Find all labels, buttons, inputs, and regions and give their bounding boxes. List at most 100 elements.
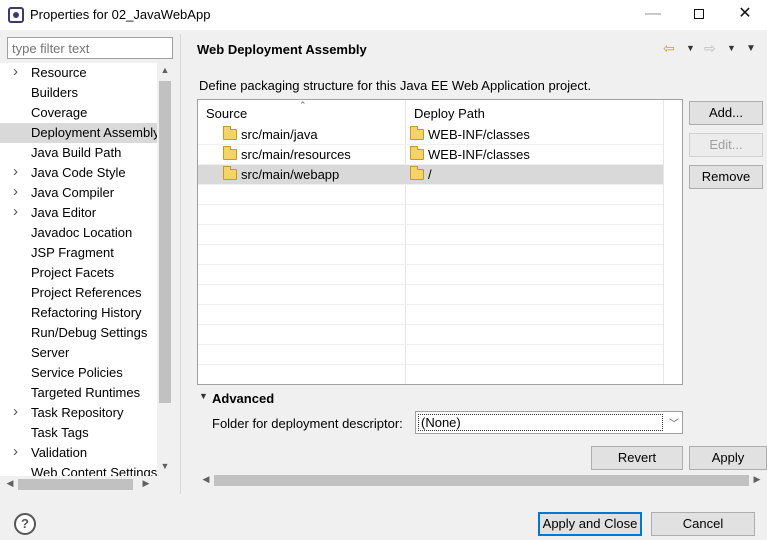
scroll-up-icon[interactable]: ▲ <box>157 65 173 75</box>
edit-button[interactable]: Edit... <box>689 133 763 157</box>
folder-icon <box>223 126 237 140</box>
tree-item[interactable]: › Java Editor <box>0 203 157 223</box>
column-header-deploy-path[interactable]: Deploy Path <box>406 100 663 124</box>
title-bar: Properties for 02_JavaWebApp — ✕ <box>0 0 767 30</box>
expand-arrow-icon[interactable]: › <box>13 163 23 180</box>
deploy-path-cell: WEB-INF/classes <box>428 147 530 162</box>
tree-item[interactable]: Java Build Path <box>0 143 157 163</box>
tree-item[interactable]: Project Facets <box>0 263 157 283</box>
tree-item[interactable]: › Resource <box>0 63 157 83</box>
add-button[interactable]: Add... <box>689 101 763 125</box>
table-vertical-scrollbar[interactable] <box>663 100 682 384</box>
tree-item[interactable]: Project References <box>0 283 157 303</box>
advanced-section-label[interactable]: Advanced <box>212 391 274 406</box>
sort-ascending-icon: ⌃ <box>299 100 307 110</box>
folder-icon <box>410 126 424 140</box>
tree-item[interactable]: Javadoc Location <box>0 223 157 243</box>
table-row <box>198 305 663 325</box>
tree-item-label: Validation <box>31 445 88 460</box>
table-row <box>198 365 663 384</box>
tree-item[interactable]: › Java Compiler <box>0 183 157 203</box>
scroll-down-icon[interactable]: ▼ <box>157 461 173 471</box>
assembly-table: Source ⌃ Deploy Path src/main/java WEB-IN… <box>197 99 683 385</box>
chevron-down-icon[interactable]: ﹀ <box>669 415 679 430</box>
tree-item-label: Service Policies <box>31 365 123 380</box>
descriptor-folder-select[interactable]: (None) ﹀ <box>415 411 683 434</box>
folder-icon <box>410 166 424 180</box>
tree-item[interactable]: › Task Repository <box>0 403 157 423</box>
tree-item[interactable]: Run/Debug Settings <box>0 323 157 343</box>
tree-item[interactable]: Coverage <box>0 103 157 123</box>
tree-item[interactable]: Server <box>0 343 157 363</box>
scroll-right-icon[interactable]: ▶ <box>749 474 765 485</box>
filter-input[interactable] <box>7 37 173 59</box>
help-icon[interactable]: ? <box>14 513 36 535</box>
view-menu-icon[interactable]: ▼ <box>746 43 756 54</box>
tree-item[interactable]: › Java Code Style <box>0 163 157 183</box>
revert-button[interactable]: Revert <box>591 446 683 470</box>
tree-item-label: Refactoring History <box>31 305 142 320</box>
tree-vertical-scrollbar[interactable]: ▲ ▼ <box>157 63 173 476</box>
expand-arrow-icon[interactable]: › <box>13 403 23 420</box>
scroll-thumb[interactable] <box>159 81 171 403</box>
scroll-left-icon[interactable]: ◀ <box>2 478 18 489</box>
tree-item-label: Deployment Assembly <box>31 125 157 140</box>
expand-arrow-icon[interactable]: › <box>13 63 23 80</box>
tree-item[interactable]: Web Content Settings <box>0 463 157 476</box>
forward-dropdown-icon[interactable]: ▼ <box>727 43 736 53</box>
tree-item-label: Server <box>31 345 70 360</box>
tree-item[interactable]: JSP Fragment <box>0 243 157 263</box>
eclipse-app-icon <box>8 7 24 23</box>
source-cell: src/main/java <box>241 127 318 142</box>
tree-item-label: Task Tags <box>31 425 89 440</box>
table-row[interactable]: src/main/java WEB-INF/classes <box>198 125 663 145</box>
apply-and-close-button[interactable]: Apply and Close <box>538 512 642 536</box>
cancel-button[interactable]: Cancel <box>651 512 755 536</box>
minimize-button[interactable]: — <box>630 0 676 30</box>
tree-item-label: Web Content Settings <box>31 465 157 476</box>
table-row <box>198 325 663 345</box>
scroll-right-icon[interactable]: ▶ <box>138 478 154 489</box>
expand-arrow-icon[interactable]: › <box>13 443 23 460</box>
back-arrow-icon[interactable]: ⇦ <box>663 40 675 57</box>
folder-icon <box>223 146 237 160</box>
properties-tree: › Resource Builders Coverage Deployment Asse… <box>0 63 157 476</box>
descriptor-folder-value: (None) <box>418 414 663 431</box>
scroll-thumb[interactable] <box>18 479 133 490</box>
window-title: Properties for 02_JavaWebApp <box>30 7 211 22</box>
scroll-left-icon[interactable]: ◀ <box>198 474 214 485</box>
tree-item[interactable]: Deployment Assembly <box>0 123 157 143</box>
table-row <box>198 245 663 265</box>
expand-arrow-icon[interactable]: › <box>13 183 23 200</box>
remove-button[interactable]: Remove <box>689 165 763 189</box>
tree-item-label: Java Code Style <box>31 165 126 180</box>
close-button[interactable]: ✕ <box>722 0 767 30</box>
column-header-source[interactable]: Source ⌃ <box>198 100 405 124</box>
apply-button[interactable]: Apply <box>689 446 767 470</box>
table-row[interactable]: src/main/resources WEB-INF/classes <box>198 145 663 165</box>
maximize-button[interactable] <box>676 0 722 30</box>
tree-item[interactable]: Service Policies <box>0 363 157 383</box>
tree-item-label: Run/Debug Settings <box>31 325 148 340</box>
forward-arrow-icon[interactable]: ⇨ <box>704 40 716 57</box>
table-row <box>198 205 663 225</box>
tree-item[interactable]: Builders <box>0 83 157 103</box>
scroll-thumb[interactable] <box>214 475 749 486</box>
tree-item-label: Java Editor <box>31 205 97 220</box>
tree-item[interactable]: Refactoring History <box>0 303 157 323</box>
tree-item[interactable]: Task Tags <box>0 423 157 443</box>
collapse-triangle-icon[interactable]: ▼ <box>199 391 208 401</box>
table-row[interactable]: src/main/webapp / <box>198 165 663 185</box>
page-horizontal-scrollbar[interactable]: ◀ ▶ <box>197 472 767 489</box>
tree-item-label: Resource <box>31 65 87 80</box>
back-dropdown-icon[interactable]: ▼ <box>686 43 695 53</box>
tree-item[interactable]: › Validation <box>0 443 157 463</box>
expand-arrow-icon[interactable]: › <box>13 203 23 220</box>
tree-item[interactable]: Targeted Runtimes <box>0 383 157 403</box>
page-title: Web Deployment Assembly <box>197 42 367 57</box>
tree-item-label: Builders <box>31 85 78 100</box>
folder-icon <box>410 146 424 160</box>
pane-divider[interactable] <box>180 34 181 494</box>
tree-horizontal-scrollbar[interactable]: ◀ ▶ <box>0 476 173 493</box>
deploy-path-cell: / <box>428 167 432 182</box>
